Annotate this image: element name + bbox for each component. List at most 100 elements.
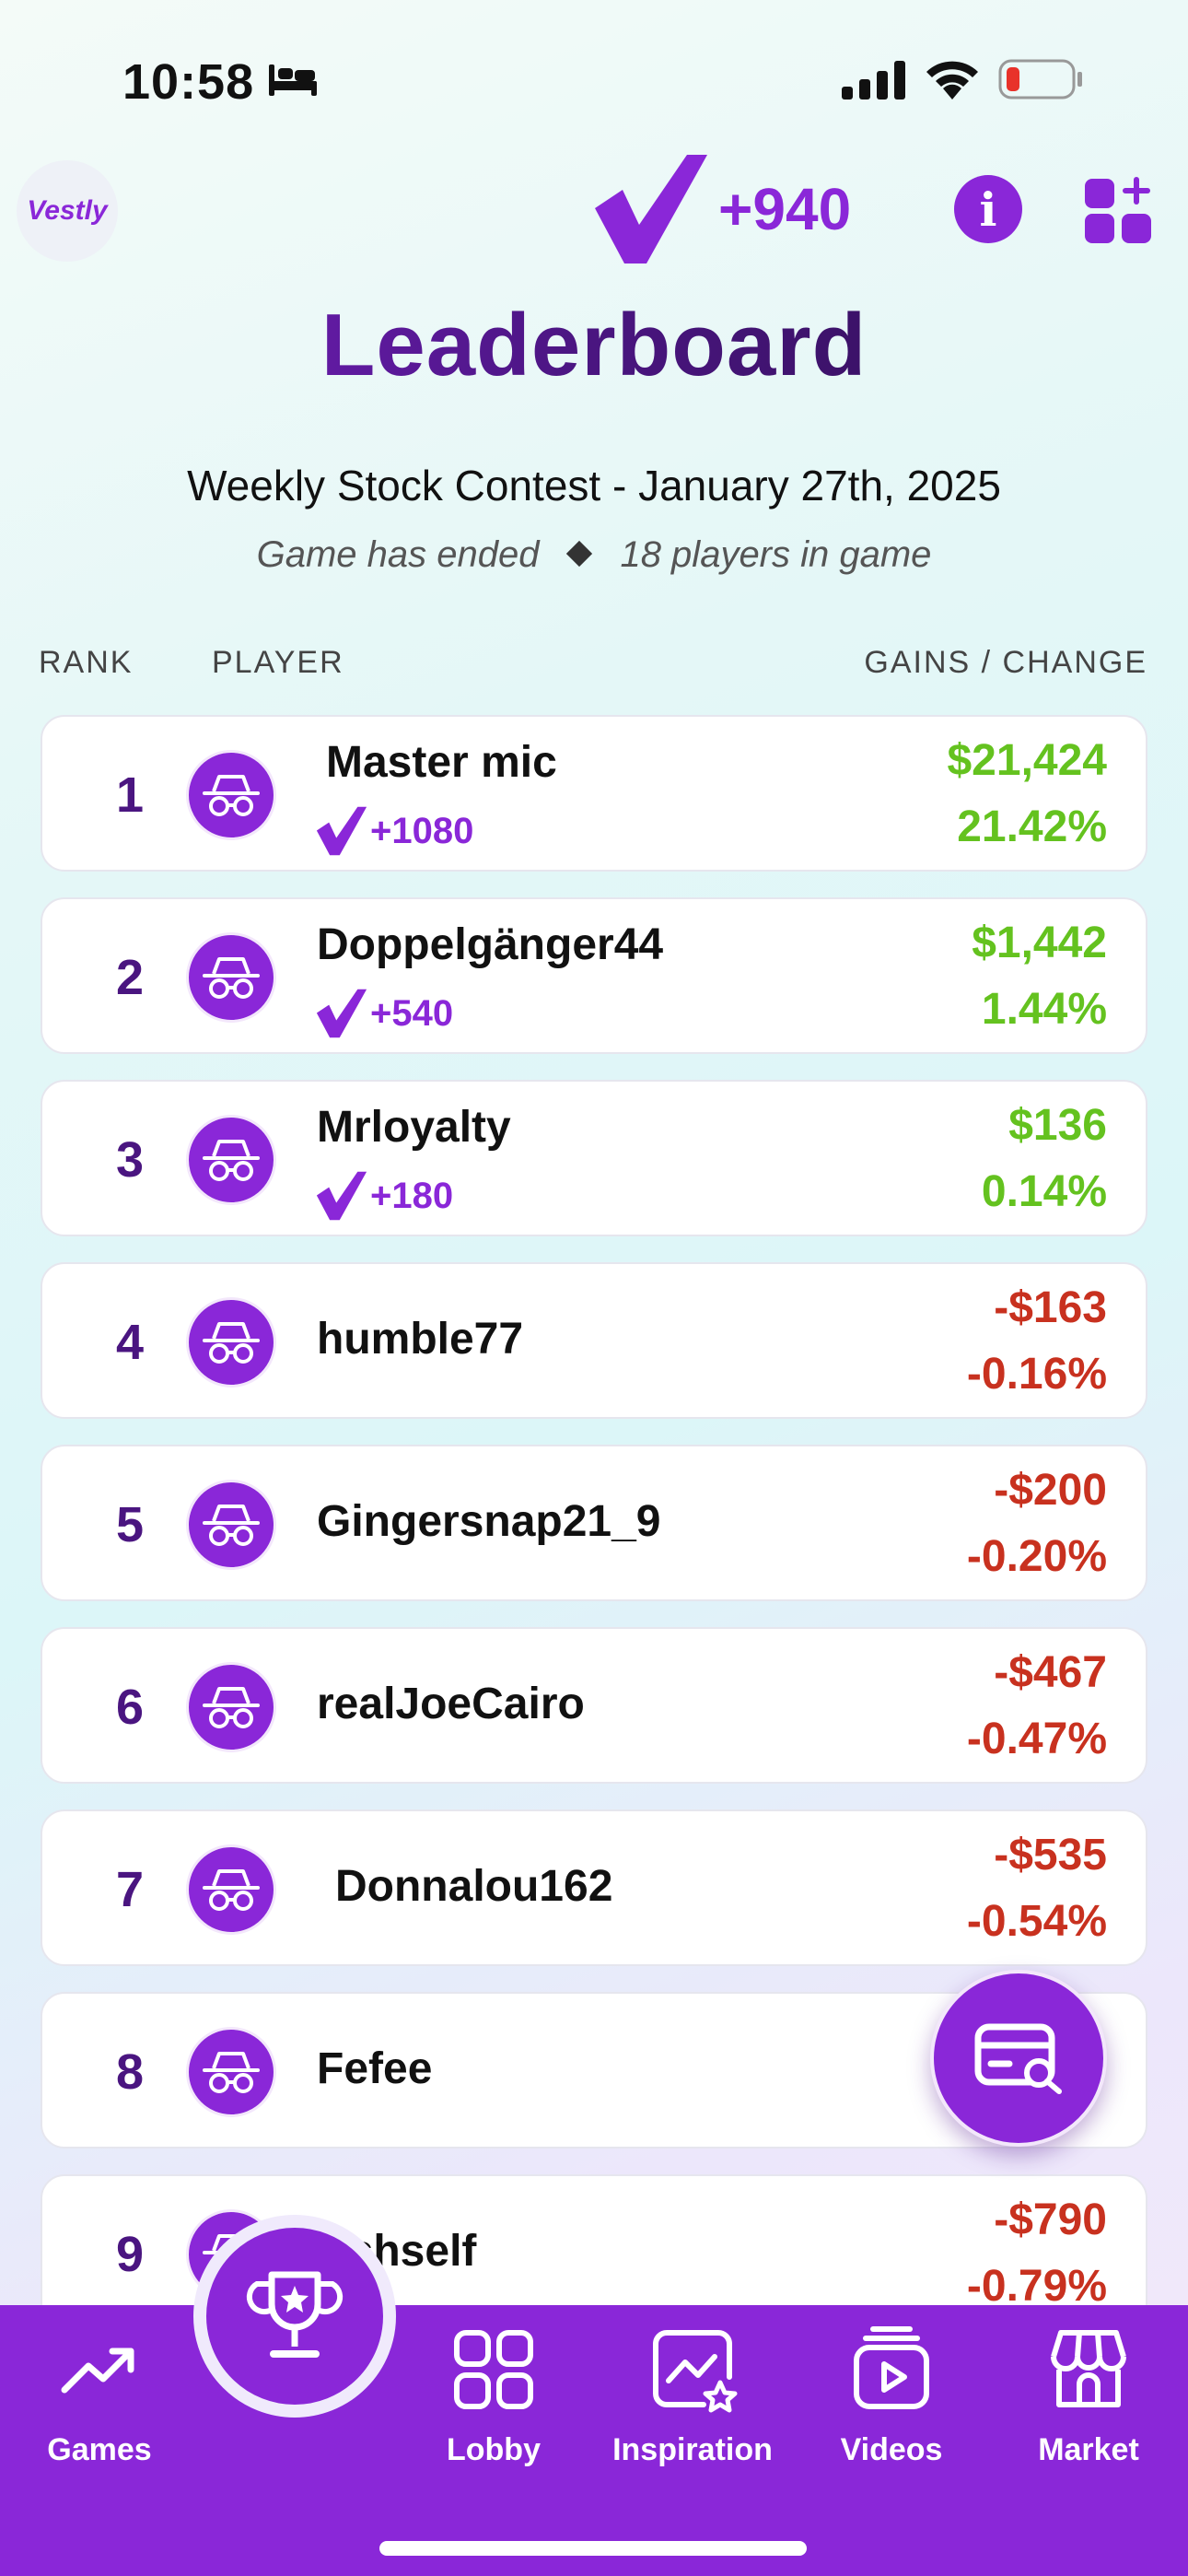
video-library-icon <box>854 2326 929 2409</box>
leaderboard-row[interactable]: 2 Doppelgänger44 +540 $1,442 1.44% <box>41 897 1147 1054</box>
card-search-icon <box>974 2023 1062 2094</box>
incognito-icon <box>203 957 260 999</box>
row-rank: 1 <box>115 767 145 823</box>
contest-name: Weekly Stock Contest - January 27th, 202… <box>187 462 1001 509</box>
status-bar: 10:58 <box>0 0 1188 157</box>
player-name[interactable]: humble77 <box>317 1314 523 1364</box>
avatar[interactable] <box>186 1297 276 1388</box>
gain-value: $136 <box>1008 1101 1107 1150</box>
gain-value: -$200 <box>994 1466 1107 1515</box>
change-percent: -0.54% <box>966 1897 1107 1946</box>
vestly-check-icon <box>316 806 367 856</box>
image-star-icon <box>653 2330 738 2413</box>
row-points: +1080 <box>315 805 473 857</box>
nav-games[interactable]: Games <box>7 2324 192 2468</box>
gain-value: -$790 <box>994 2195 1107 2244</box>
cellular-signal-icon <box>842 61 905 100</box>
nav-market[interactable]: Market <box>996 2324 1181 2468</box>
row-points-value: +540 <box>370 992 454 1034</box>
logo-text: Vestly <box>27 195 108 226</box>
avatar[interactable] <box>186 1480 276 1570</box>
vestly-check-icon <box>316 989 367 1038</box>
trophy-icon <box>246 2271 344 2358</box>
player-count: 18 players in game <box>620 534 932 575</box>
player-name[interactable]: realJoeCairo <box>317 1679 585 1729</box>
nav-videos[interactable]: Videos <box>799 2324 984 2468</box>
home-indicator <box>379 2541 807 2556</box>
player-name[interactable]: Gingersnap21_9 <box>317 1496 661 1547</box>
change-percent: -0.47% <box>966 1715 1107 1763</box>
grid-icon <box>454 2330 533 2409</box>
gain-value: -$163 <box>994 1283 1107 1332</box>
incognito-icon <box>203 1140 260 1181</box>
player-name[interactable]: Fefee <box>317 2043 432 2094</box>
incognito-icon <box>203 775 260 816</box>
incognito-icon <box>203 1322 260 1364</box>
nav-market-label: Market <box>1038 2432 1139 2467</box>
row-points-value: +180 <box>370 1175 454 1216</box>
status-time: 10:58 <box>122 54 255 110</box>
nav-lobby-label: Lobby <box>447 2432 541 2467</box>
page-title: Leaderboard <box>0 295 1188 396</box>
avatar[interactable] <box>186 1844 276 1935</box>
leaderboard-row[interactable]: 4 humble77 -$163 -0.16% <box>41 1262 1147 1419</box>
player-name[interactable]: Donnalou162 <box>335 1861 612 1912</box>
avatar[interactable] <box>186 1662 276 1752</box>
gain-value: -$467 <box>994 1648 1107 1697</box>
leaderboard-row[interactable]: 1 Master mic +1080 $21,424 21.42% <box>41 715 1147 872</box>
nav-leaderboard[interactable] <box>193 2215 396 2418</box>
gain-value: -$535 <box>994 1831 1107 1879</box>
leaderboard-row[interactable]: 3 Mrloyalty +180 $136 0.14% <box>41 1080 1147 1236</box>
row-points: +540 <box>315 988 453 1039</box>
trending-up-icon <box>61 2348 134 2394</box>
row-rank: 4 <box>115 1315 145 1370</box>
change-percent: -0.16% <box>966 1350 1107 1399</box>
gains-column-header: GAINS / CHANGE <box>864 645 1147 680</box>
leaderboard-row[interactable]: 7 Donnalou162 -$535 -0.54% <box>41 1809 1147 1966</box>
row-points-value: +1080 <box>370 810 474 851</box>
row-rank: 9 <box>115 2227 145 2282</box>
nav-videos-label: Videos <box>840 2432 943 2467</box>
avatar[interactable] <box>186 1115 276 1205</box>
leaderboard-row[interactable]: 5 Gingersnap21_9 -$200 -0.20% <box>41 1445 1147 1601</box>
nav-lobby[interactable]: Lobby <box>402 2324 586 2468</box>
battery-icon <box>998 59 1082 100</box>
contest-status: Game has ended <box>256 534 540 575</box>
row-rank: 5 <box>115 1497 145 1552</box>
row-rank: 8 <box>115 2044 145 2100</box>
portfolio-search-button[interactable] <box>930 1970 1107 2147</box>
vestly-logo[interactable]: Vestly <box>17 160 118 262</box>
bottom-nav: Games Lobby Inspiration Videos Market <box>0 2305 1188 2576</box>
user-points: +940 <box>718 176 852 242</box>
player-name[interactable]: Mrloyalty <box>317 1102 511 1153</box>
nav-games-label: Games <box>47 2432 152 2467</box>
player-name[interactable]: Doppelgänger44 <box>317 919 663 970</box>
gain-value: $21,424 <box>947 736 1107 785</box>
info-icon: i <box>979 181 997 237</box>
change-percent: -0.20% <box>966 1532 1107 1581</box>
incognito-icon <box>203 1687 260 1728</box>
avatar[interactable] <box>186 2027 276 2117</box>
player-name[interactable]: Master mic <box>326 737 557 788</box>
vestly-check-icon <box>595 155 707 263</box>
leaderboard-row[interactable]: 6 realJoeCairo -$467 -0.47% <box>41 1627 1147 1784</box>
row-rank: 3 <box>115 1132 145 1188</box>
wifi-icon <box>926 61 978 100</box>
avatar[interactable] <box>186 932 276 1023</box>
player-column-header: PLAYER <box>212 645 344 680</box>
row-rank: 7 <box>115 1862 145 1917</box>
diamond-separator-icon <box>566 540 593 568</box>
nav-inspiration-label: Inspiration <box>612 2432 773 2467</box>
add-widget-icon[interactable] <box>1085 171 1153 243</box>
row-rank: 6 <box>115 1680 145 1735</box>
row-rank: 2 <box>115 950 145 1005</box>
user-points-badge[interactable]: +940 <box>591 151 851 267</box>
change-percent: 1.44% <box>981 985 1107 1034</box>
change-percent: -0.79% <box>966 2262 1107 2311</box>
nav-inspiration[interactable]: Inspiration <box>600 2324 785 2468</box>
storefront-icon <box>1051 2330 1126 2407</box>
avatar[interactable] <box>186 750 276 840</box>
incognito-icon <box>203 1505 260 1546</box>
info-button[interactable]: i <box>954 175 1022 243</box>
rank-column-header: RANK <box>39 645 134 680</box>
